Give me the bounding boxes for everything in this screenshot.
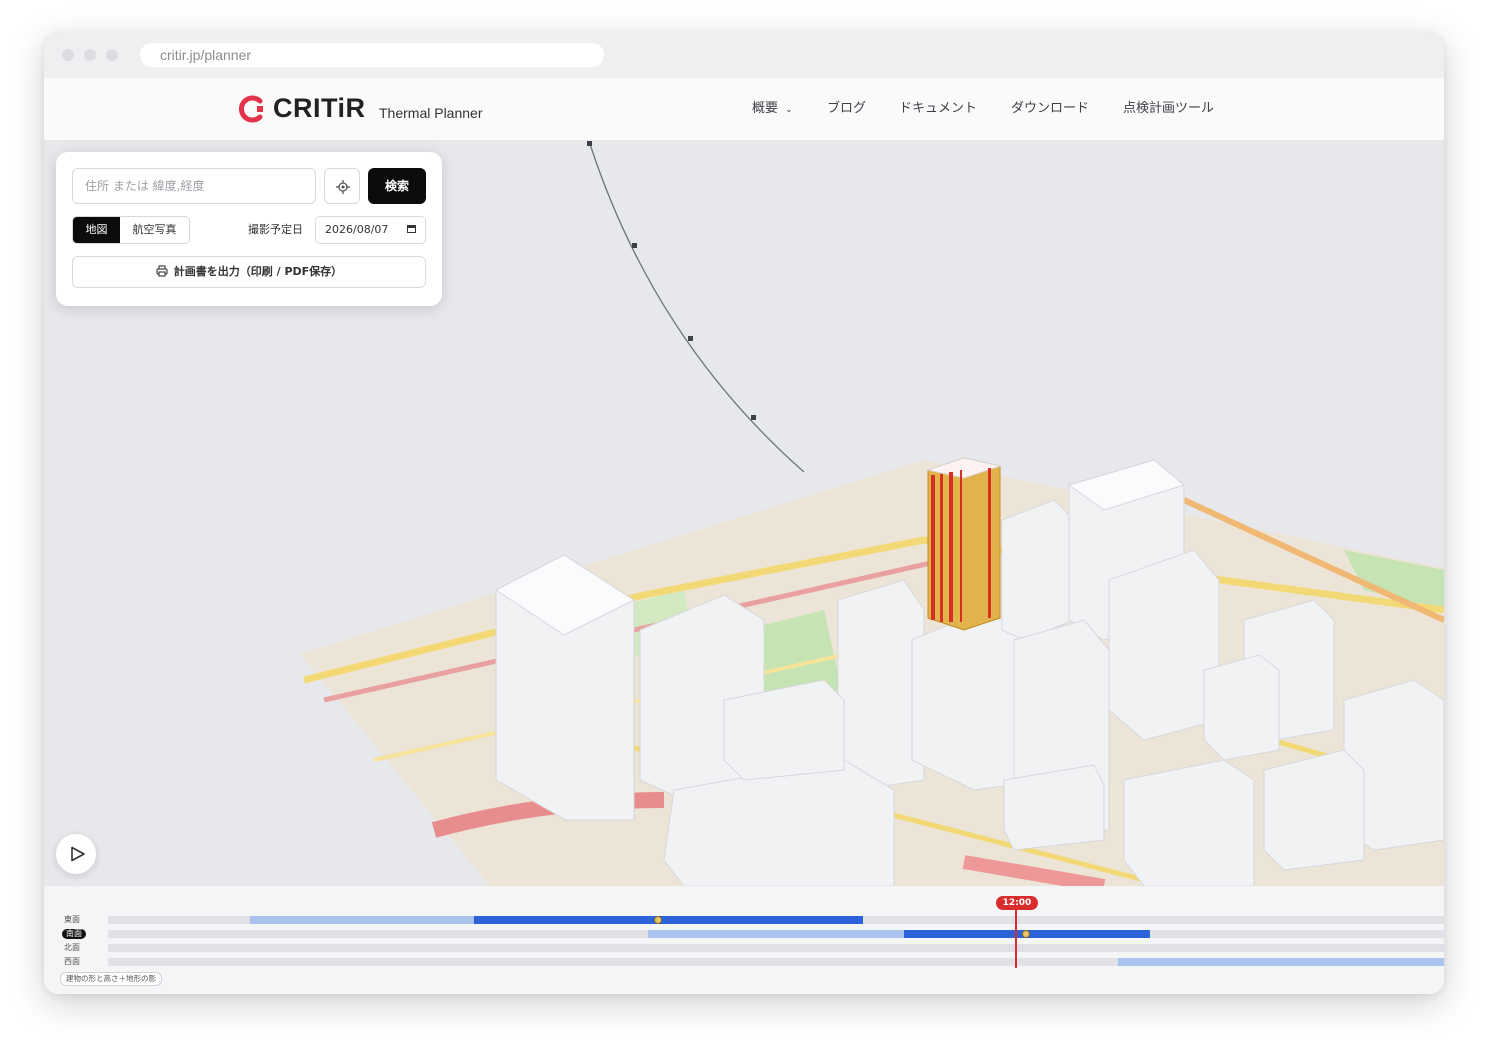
sun-peak-marker — [1022, 930, 1030, 938]
sun-path-point — [632, 243, 637, 248]
export-plan-label: 計画書を出力（印刷 / PDF保存） — [173, 265, 343, 278]
sun-path-point — [688, 336, 693, 341]
brand-name[interactable]: CRITiR — [273, 93, 366, 123]
map-type-option-map[interactable]: 地図 — [73, 217, 120, 243]
printer-icon — [156, 265, 168, 277]
timeline-track-west[interactable] — [108, 958, 1444, 966]
building — [1108, 549, 1220, 741]
timeline-row-label-west[interactable]: 西面 — [64, 957, 80, 967]
building — [1123, 759, 1255, 886]
building — [1001, 499, 1075, 641]
building — [1203, 654, 1280, 761]
export-plan-button[interactable]: 計画書を出力（印刷 / PDF保存） — [72, 256, 426, 288]
browser-window: critir.jp/planner CRITiR Thermal Planner… — [44, 32, 1444, 994]
current-time-badge[interactable]: 12:00 — [996, 896, 1038, 910]
sun-segment-direct — [474, 916, 863, 924]
nav-docs[interactable]: ドキュメント — [899, 100, 977, 118]
timeline-track-east[interactable] — [108, 916, 1444, 924]
target-building[interactable] — [926, 457, 1002, 631]
address-bar[interactable]: critir.jp/planner — [140, 43, 604, 67]
brand-subtitle: Thermal Planner — [379, 105, 483, 121]
play-icon — [71, 846, 85, 862]
chevron-down-icon: ⌄ — [785, 105, 793, 115]
nav-inspection-planner[interactable]: 点検計画ツール — [1123, 100, 1214, 118]
building — [837, 579, 925, 791]
sun-segment-partial — [648, 930, 904, 938]
window-zoom-dot[interactable] — [106, 49, 118, 61]
sun-segment-partial — [250, 916, 474, 924]
shoot-date-label: 撮影予定日 — [248, 223, 303, 236]
timeline-track-south[interactable] — [108, 930, 1444, 938]
site-header: CRITiR Thermal Planner 概要 ⌄ ブログ ドキュメント ダ… — [44, 78, 1444, 141]
nav-overview[interactable]: 概要 ⌄ — [752, 100, 793, 119]
sun-path-curve — [589, 143, 805, 473]
sun-segment-partial — [1118, 958, 1444, 966]
search-button[interactable]: 検索 — [368, 168, 426, 204]
timeline-row-label-east[interactable]: 東面 — [64, 915, 80, 925]
brand-logo-icon[interactable] — [238, 95, 266, 123]
play-button[interactable] — [56, 834, 96, 874]
window-minimize-dot[interactable] — [84, 49, 96, 61]
browser-chrome: critir.jp/planner — [44, 32, 1444, 78]
map-type-option-aerial[interactable]: 航空写真 — [120, 217, 189, 243]
building — [1263, 749, 1365, 871]
sun-path-point — [751, 415, 756, 420]
current-time-indicator[interactable] — [1015, 910, 1017, 968]
shadow-mode-tag[interactable]: 建物の形と高さ＋地形の影 — [60, 972, 162, 986]
sun-exposure-timeline[interactable]: 東面 南面 北面 西面 12:00 建物の形と高さ＋地形の影 — [44, 886, 1444, 994]
timeline-row-label-north[interactable]: 北面 — [64, 943, 80, 953]
building — [1003, 764, 1105, 851]
crosshair-icon — [336, 180, 350, 194]
nav-blog[interactable]: ブログ — [827, 100, 866, 118]
control-panel: 住所 または 緯度,経度 検索 地図 航空写真 撮影予定日 2026/08/07 — [56, 152, 442, 306]
timeline-row-label-south[interactable]: 南面 — [62, 929, 86, 939]
calendar-icon[interactable] — [407, 225, 416, 233]
shoot-date-value: 2026/08/07 — [325, 223, 389, 236]
map-type-toggle: 地図 航空写真 — [72, 216, 190, 244]
timeline-track-north[interactable] — [108, 944, 1444, 952]
window-close-dot[interactable] — [62, 49, 74, 61]
nav-download[interactable]: ダウンロード — [1011, 100, 1089, 118]
nav-overview-label: 概要 — [752, 101, 779, 116]
address-search-input[interactable]: 住所 または 緯度,経度 — [72, 168, 316, 204]
locate-button[interactable] — [324, 168, 360, 204]
sun-path-point — [587, 141, 592, 146]
shoot-date-input[interactable]: 2026/08/07 — [315, 216, 426, 244]
sun-peak-marker — [654, 916, 662, 924]
